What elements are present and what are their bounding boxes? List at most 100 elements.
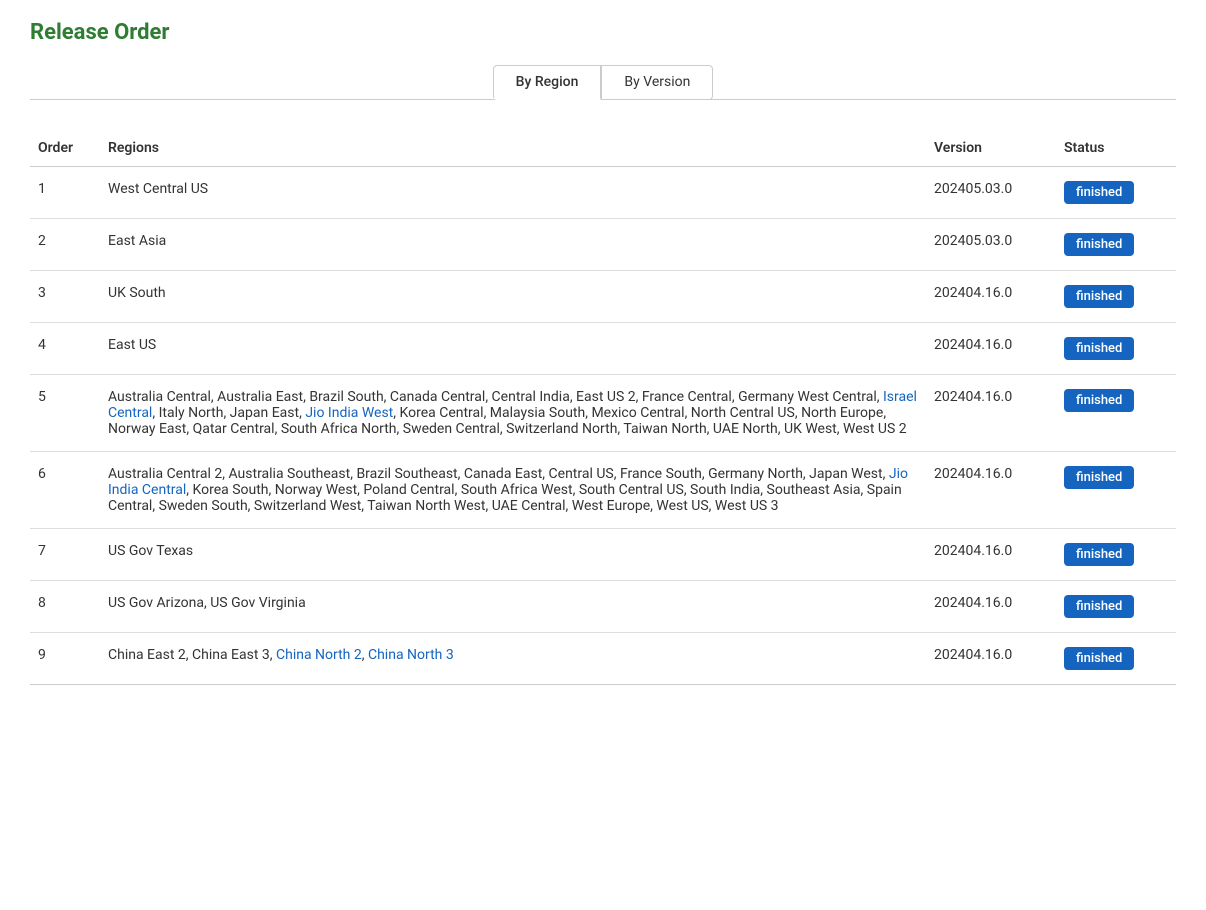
status-badge: finished (1064, 647, 1134, 670)
region-text: Germany West Central (738, 389, 877, 405)
region-text: Sweden Central (403, 421, 500, 437)
region-text: Malaysia South (490, 405, 585, 421)
cell-order: 1 (30, 167, 100, 219)
region-text: Switzerland North (506, 421, 617, 437)
region-text: Sweden South (159, 498, 248, 514)
region-text: Taiwan North (623, 421, 706, 437)
status-badge: finished (1064, 233, 1134, 256)
region-text: US Gov Arizona (108, 595, 204, 611)
cell-status: finished (1056, 633, 1176, 685)
cell-regions: US Gov Arizona, US Gov Virginia (100, 581, 926, 633)
release-order-table: Order Regions Version Status 1 West Centr… (30, 130, 1176, 685)
region-text: East US 2 (576, 389, 636, 405)
cell-status: finished (1056, 581, 1176, 633)
region-text: Poland Central (363, 482, 454, 498)
tab-by-version[interactable]: By Version (601, 65, 713, 100)
cell-regions: East Asia (100, 219, 926, 271)
region-text: Canada Central (390, 389, 485, 405)
header-version: Version (926, 130, 1056, 167)
region-link[interactable]: Jio India West (305, 405, 393, 421)
cell-version: 202404.16.0 (926, 375, 1056, 452)
table-row: 7US Gov Texas202404.16.0finished (30, 529, 1176, 581)
region-text: China East 2 (108, 647, 186, 663)
status-badge: finished (1064, 595, 1134, 618)
cell-version: 202404.16.0 (926, 633, 1056, 685)
region-text: US Gov Virginia (210, 595, 305, 611)
status-badge: finished (1064, 466, 1134, 489)
region-text: Taiwan North West (367, 498, 485, 514)
region-text: Canada East (464, 466, 542, 482)
region-link[interactable]: China North 3 (368, 647, 454, 663)
page-title: Release Order (30, 20, 1176, 45)
table-row: 2East Asia202405.03.0 finished (30, 219, 1176, 271)
cell-status: finished (1056, 529, 1176, 581)
region-text: Norway West (275, 482, 357, 498)
cell-order: 5 (30, 375, 100, 452)
table-row: 9China East 2, China East 3, China North… (30, 633, 1176, 685)
region-text: Japan West (809, 466, 882, 482)
region-text: Japan East (230, 405, 299, 421)
region-text: UAE Central (492, 498, 566, 514)
cell-version: 202404.16.0 (926, 452, 1056, 529)
status-badge: finished (1064, 337, 1134, 360)
region-text: East US (108, 337, 156, 353)
cell-status: finished (1056, 271, 1176, 323)
cell-regions: Australia Central, Australia East, Brazi… (100, 375, 926, 452)
cell-status: finished (1056, 323, 1176, 375)
region-text: Central US (549, 466, 614, 482)
region-text: US Gov Texas (108, 543, 193, 559)
region-text: Norway East (108, 421, 186, 437)
region-text: Southeast Asia (767, 482, 861, 498)
cell-regions: West Central US (100, 167, 926, 219)
region-text: West US 2 (843, 421, 907, 437)
region-link[interactable]: China North 2 (276, 647, 362, 663)
region-text: Switzerland West (254, 498, 361, 514)
region-text: Germany North (708, 466, 803, 482)
cell-version: 202404.16.0 (926, 271, 1056, 323)
region-text: Australia Southeast (228, 466, 350, 482)
region-text: West US 3 (715, 498, 779, 514)
region-text: Brazil Southeast (356, 466, 457, 482)
table-row: 4East US202404.16.0finished (30, 323, 1176, 375)
tab-bar: By Region By Version (30, 65, 1176, 100)
cell-order: 7 (30, 529, 100, 581)
region-text: UK South (108, 285, 166, 301)
region-text: Central India (492, 389, 570, 405)
cell-version: 202405.03.0 (926, 219, 1056, 271)
region-text: China East 3 (192, 647, 270, 663)
cell-order: 9 (30, 633, 100, 685)
tab-by-region[interactable]: By Region (493, 65, 602, 100)
status-badge: finished (1064, 389, 1134, 412)
cell-status: finished (1056, 167, 1176, 219)
cell-order: 6 (30, 452, 100, 529)
region-text: UAE North (713, 421, 778, 437)
region-text: West Central US (108, 181, 208, 197)
region-text: , (883, 405, 886, 421)
region-text: Brazil South (309, 389, 383, 405)
cell-version: 202404.16.0 (926, 581, 1056, 633)
header-regions: Regions (100, 130, 926, 167)
table-header-row: Order Regions Version Status (30, 130, 1176, 167)
cell-regions: UK South (100, 271, 926, 323)
header-order: Order (30, 130, 100, 167)
cell-order: 2 (30, 219, 100, 271)
cell-order: 3 (30, 271, 100, 323)
region-text: North Europe (801, 405, 883, 421)
region-text: Australia Central 2 (108, 466, 222, 482)
cell-order: 8 (30, 581, 100, 633)
table-row: 1 West Central US 202405.03.0finished (30, 167, 1176, 219)
region-text: West US (656, 498, 708, 514)
table-row: 3 UK South 202404.16.0finished (30, 271, 1176, 323)
header-status: Status (1056, 130, 1176, 167)
cell-regions: Australia Central 2, Australia Southeast… (100, 452, 926, 529)
region-text: Mexico Central (591, 405, 684, 421)
table-row: 8US Gov Arizona, US Gov Virginia202404.1… (30, 581, 1176, 633)
region-text: North Central US (691, 405, 795, 421)
cell-status: finished (1056, 452, 1176, 529)
region-text: Australia East (217, 389, 303, 405)
cell-regions: US Gov Texas (100, 529, 926, 581)
region-text: South Central US (579, 482, 684, 498)
region-text: Korea South (193, 482, 269, 498)
status-badge: finished (1064, 543, 1134, 566)
cell-version: 202405.03.0 (926, 167, 1056, 219)
